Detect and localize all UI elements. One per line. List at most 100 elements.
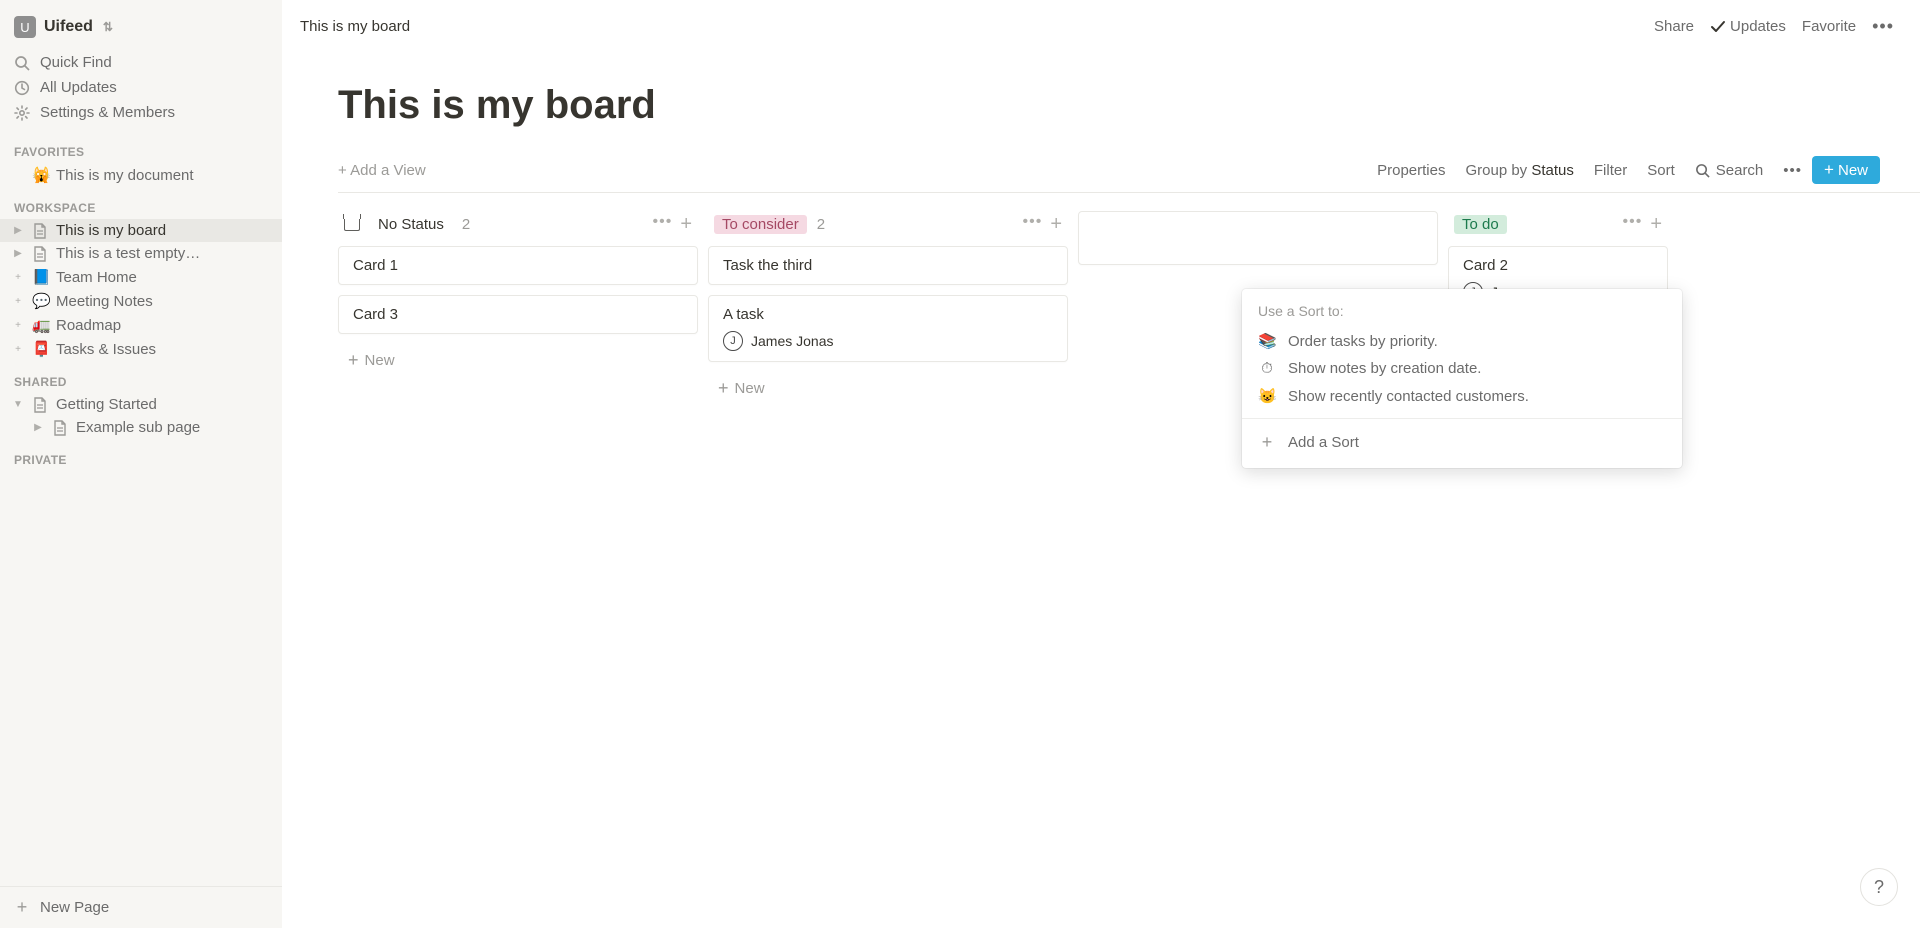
updates-label: Updates — [1730, 18, 1786, 35]
column-new-button[interactable]: + New — [708, 372, 1068, 405]
card-title: A task — [723, 306, 1053, 323]
plus-icon[interactable]: + — [10, 344, 26, 355]
card-title: Card 2 — [1463, 257, 1653, 274]
sidebar-item-label: Tasks & Issues — [56, 341, 156, 358]
sort-example-icon: ⏱ — [1258, 360, 1276, 377]
sidebar-item-ws-2[interactable]: +📘Team Home — [0, 265, 282, 289]
updates-button[interactable]: Updates — [1702, 14, 1794, 39]
sidebar-item-label: Meeting Notes — [56, 293, 153, 310]
main: This is my board Share Updates Favorite … — [282, 0, 1920, 928]
sidebar-item-ws-3[interactable]: +💬Meeting Notes — [0, 289, 282, 313]
plus-icon[interactable]: + — [10, 296, 26, 307]
sort-example-label: Order tasks by priority. — [1288, 333, 1438, 350]
sidebar-item-sh-1[interactable]: ▶Example sub page — [0, 416, 282, 439]
private-section-label: PRIVATE — [0, 439, 282, 471]
avatar: J — [723, 331, 743, 351]
plus-icon: + — [718, 378, 729, 399]
settings-members[interactable]: Settings & Members — [0, 100, 282, 125]
quick-find[interactable]: Quick Find — [0, 50, 282, 75]
card[interactable]: Task the third — [708, 246, 1068, 285]
chevron-updown-icon: ⇅ — [103, 20, 113, 34]
board-column-to_consider: To consider2•••+Task the thirdA taskJJam… — [708, 211, 1068, 405]
filter-button[interactable]: Filter — [1584, 160, 1637, 181]
toolbar-more-icon[interactable]: ••• — [1773, 160, 1812, 181]
sort-example-2: 😺 Show recently contacted customers. — [1242, 382, 1682, 410]
gear-icon — [14, 105, 30, 121]
card[interactable]: Card 3 — [338, 295, 698, 334]
status-tag[interactable]: To consider — [714, 215, 807, 234]
page-icon: 📘 — [32, 268, 50, 286]
chevron-right-icon[interactable]: ▶ — [30, 422, 46, 433]
sidebar: U Uifeed ⇅ Quick Find All Updates Settin… — [0, 0, 282, 928]
search-icon — [1695, 163, 1710, 178]
column-new-button[interactable]: +New — [338, 344, 698, 377]
favorite-button[interactable]: Favorite — [1794, 14, 1864, 39]
sort-example-label: Show notes by creation date. — [1288, 360, 1481, 377]
search-button[interactable]: Search — [1685, 160, 1774, 181]
chevron-down-icon[interactable]: ▼ — [10, 399, 26, 410]
share-button[interactable]: Share — [1646, 14, 1702, 39]
column-add-icon[interactable]: + — [680, 213, 692, 236]
clock-icon — [14, 80, 30, 96]
properties-button[interactable]: Properties — [1367, 160, 1455, 181]
sort-example-icon: 😺 — [1258, 387, 1276, 405]
card[interactable]: A task J James Jonas — [708, 295, 1068, 362]
sort-popover-header: Use a Sort to: — [1242, 299, 1682, 327]
column-header: To do ••• + — [1448, 211, 1668, 246]
sidebar-item-ws-0[interactable]: ▶This is my board — [0, 219, 282, 242]
card[interactable] — [1078, 211, 1438, 265]
help-button[interactable]: ? — [1860, 868, 1898, 906]
sidebar-item-label: Roadmap — [56, 317, 121, 334]
workspace-avatar: U — [14, 16, 36, 38]
new-page-button[interactable]: + New Page — [0, 887, 282, 928]
breadcrumb[interactable]: This is my board — [300, 18, 410, 35]
add-sort-button[interactable]: + Add a Sort — [1242, 427, 1682, 458]
card[interactable]: Card 1 — [338, 246, 698, 285]
card-title: Task the third — [723, 257, 1053, 274]
assignee-name: James Jonas — [751, 333, 833, 349]
board: No Status2•••+Card 1Card 3+NewTo conside… — [338, 193, 1920, 405]
card-title: Card 3 — [353, 306, 683, 323]
workspace-switcher[interactable]: U Uifeed ⇅ — [0, 10, 282, 44]
column-more-icon[interactable]: ••• — [1623, 213, 1643, 236]
new-page-label: New Page — [40, 899, 109, 916]
all-updates[interactable]: All Updates — [0, 75, 282, 100]
column-add-icon[interactable]: + — [1650, 213, 1662, 236]
add-view-button[interactable]: + Add a View — [338, 162, 426, 179]
sort-example-1: ⏱ Show notes by creation date. — [1242, 355, 1682, 382]
column-add-icon[interactable]: + — [1050, 213, 1062, 236]
page-icon: 📮 — [32, 340, 50, 358]
board-column-no_status: No Status2•••+Card 1Card 3+New — [338, 211, 698, 405]
column-more-icon[interactable]: ••• — [653, 213, 673, 236]
chevron-right-icon[interactable]: ▶ — [10, 225, 26, 236]
status-tag[interactable]: No Status — [370, 215, 452, 234]
page-title[interactable]: This is my board — [338, 83, 1920, 156]
status-tag[interactable]: To do — [1454, 215, 1507, 234]
group-by-button[interactable]: Group by Status — [1455, 160, 1583, 181]
topbar: This is my board Share Updates Favorite … — [282, 0, 1920, 53]
sidebar-item-fav-0[interactable]: 🙀This is my document — [0, 163, 282, 187]
plus-icon: + — [1258, 432, 1276, 453]
new-label: New — [735, 380, 765, 397]
sort-button[interactable]: Sort — [1637, 160, 1685, 181]
sort-example-icon: 📚 — [1258, 332, 1276, 350]
column-more-icon[interactable]: ••• — [1023, 213, 1043, 236]
card-title: Card 1 — [353, 257, 683, 274]
add-sort-label: Add a Sort — [1288, 434, 1359, 451]
plus-icon: + — [14, 897, 30, 918]
chevron-right-icon[interactable]: ▶ — [10, 248, 26, 259]
sort-example-label: Show recently contacted customers. — [1288, 388, 1529, 405]
sidebar-item-sh-0[interactable]: ▼Getting Started — [0, 393, 282, 416]
sidebar-item-ws-5[interactable]: + 📮 Tasks & Issues — [0, 337, 282, 361]
new-button[interactable]: + New — [1812, 156, 1880, 184]
more-icon[interactable]: ••• — [1864, 12, 1902, 41]
new-label: New — [365, 352, 395, 369]
page-body: This is my board + Add a View Properties… — [282, 53, 1920, 928]
sidebar-item-ws-4[interactable]: +🚛Roadmap — [0, 313, 282, 337]
plus-icon[interactable]: + — [10, 320, 26, 331]
sidebar-item-label: This is my document — [56, 167, 194, 184]
page-icon — [52, 420, 70, 436]
plus-icon[interactable]: + — [10, 272, 26, 283]
sidebar-item-ws-1[interactable]: ▶This is a test empty… — [0, 242, 282, 265]
quick-find-label: Quick Find — [40, 54, 112, 71]
